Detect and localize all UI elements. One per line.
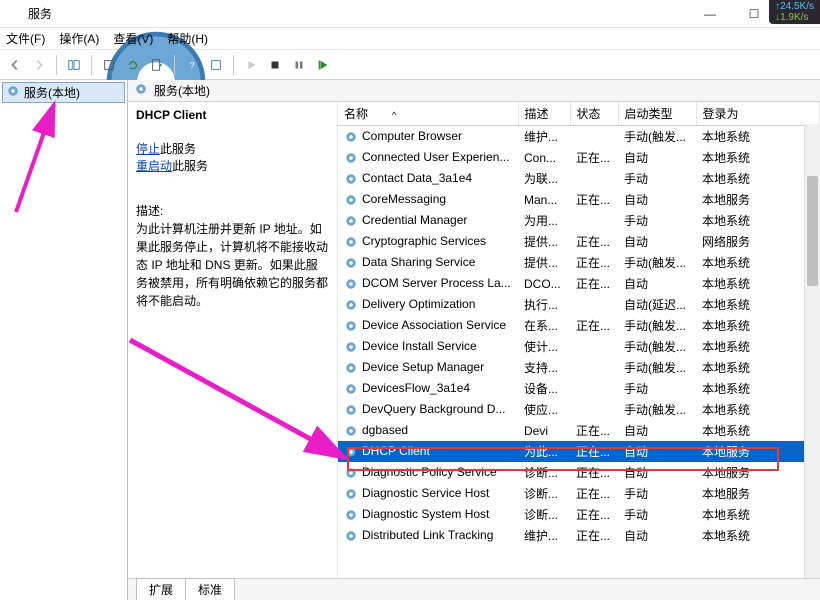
service-row[interactable]: DCOM Server Process La...DCO...正在...自动本地…	[338, 273, 820, 294]
service-row[interactable]: Cryptographic Services提供...正在...自动网络服务	[338, 231, 820, 252]
menu-view[interactable]: 查看(V)	[113, 30, 153, 47]
pane-header: 服务(本地)	[128, 80, 820, 102]
stop-link[interactable]: 停止	[136, 140, 160, 157]
gear-icon	[344, 445, 358, 459]
gear-icon	[344, 466, 358, 480]
tree-node-label: 服务(本地)	[24, 84, 80, 101]
gear-icon	[344, 529, 358, 543]
tree-node-services-local[interactable]: 服务(本地)	[2, 82, 125, 103]
gear-icon	[6, 84, 20, 101]
service-row[interactable]: Connected User Experien...Con...正在...自动本…	[338, 147, 820, 168]
pause-service-button[interactable]	[288, 54, 310, 76]
service-row[interactable]: CoreMessagingMan...正在...自动本地服务	[338, 189, 820, 210]
service-row[interactable]: Diagnostic Policy Service诊断...正在...自动本地服…	[338, 462, 820, 483]
gear-icon	[344, 508, 358, 522]
service-row[interactable]: DevicesFlow_3a1e4设备...手动本地系统	[338, 378, 820, 399]
gear-icon	[344, 172, 358, 186]
description-text: 为此计算机注册并更新 IP 地址。如果此服务停止，计算机将不能接收动态 IP 地…	[136, 220, 329, 310]
service-row[interactable]: DevQuery Background D...使应...手动(触发...本地系…	[338, 399, 820, 420]
gear-icon	[344, 151, 358, 165]
service-row[interactable]: Device Association Service在系...正在...手动(触…	[338, 315, 820, 336]
restart-service-button[interactable]	[312, 54, 334, 76]
service-row[interactable]: Credential Manager为用...手动本地系统	[338, 210, 820, 231]
refresh-button[interactable]	[122, 54, 144, 76]
network-speed-overlay: ↑24.5K/s ↓1.9K/s	[769, 0, 820, 24]
selected-service-name: DHCP Client	[136, 108, 329, 122]
minimize-button[interactable]: —	[688, 0, 732, 28]
service-row[interactable]: Computer Browser维护...手动(触发...本地系统	[338, 126, 820, 148]
vertical-scrollbar[interactable]	[804, 124, 820, 578]
gear-icon	[344, 193, 358, 207]
gear-icon	[344, 361, 358, 375]
svg-text:?: ?	[190, 60, 195, 70]
service-row[interactable]: DHCP Client为此...正在...自动本地服务	[338, 441, 820, 462]
export-button[interactable]	[146, 54, 168, 76]
service-row[interactable]: Diagnostic Service Host诊断...正在...手动本地服务	[338, 483, 820, 504]
col-desc[interactable]: 描述	[518, 102, 570, 126]
gear-icon	[344, 319, 358, 333]
tab-extended[interactable]: 扩展	[136, 578, 186, 600]
gear-icon	[344, 130, 358, 144]
col-logon[interactable]: 登录为	[696, 102, 820, 126]
tab-standard[interactable]: 标准	[185, 578, 235, 600]
properties-button[interactable]	[98, 54, 120, 76]
gear-icon	[344, 487, 358, 501]
gear-icon	[344, 403, 358, 417]
window-title: 服务	[28, 5, 688, 22]
gear-icon	[344, 235, 358, 249]
service-row[interactable]: Device Install Service使计...手动(触发...本地系统	[338, 336, 820, 357]
gear-icon	[344, 382, 358, 396]
menu-bar: 文件(F) 操作(A) 查看(V) 帮助(H)	[0, 28, 820, 50]
service-row[interactable]: Distributed Link Tracking维护...正在...自动本地系…	[338, 525, 820, 546]
restart-link[interactable]: 重启动	[136, 157, 172, 174]
menu-action[interactable]: 操作(A)	[59, 30, 99, 47]
col-name[interactable]: 名称^	[338, 102, 518, 126]
service-row[interactable]: Contact Data_3a1e4为联...手动本地系统	[338, 168, 820, 189]
service-row[interactable]: dgbasedDevi正在...自动本地系统	[338, 420, 820, 441]
service-row[interactable]: Delivery Optimization执行...自动(延迟...本地系统	[338, 294, 820, 315]
gear-icon	[344, 277, 358, 291]
back-button[interactable]	[4, 54, 26, 76]
forward-button[interactable]	[28, 54, 50, 76]
extra-button[interactable]	[205, 54, 227, 76]
gear-icon	[344, 298, 358, 312]
service-row[interactable]: Diagnostic System Host诊断...正在...手动本地系统	[338, 504, 820, 525]
show-hide-tree-button[interactable]	[63, 54, 85, 76]
service-row[interactable]: Data Sharing Service提供...正在...手动(触发...本地…	[338, 252, 820, 273]
menu-file[interactable]: 文件(F)	[6, 30, 45, 47]
description-label: 描述:	[136, 202, 329, 220]
gear-icon	[344, 424, 358, 438]
col-status[interactable]: 状态	[570, 102, 618, 126]
start-service-button[interactable]	[240, 54, 262, 76]
app-icon	[6, 6, 22, 22]
menu-help[interactable]: 帮助(H)	[167, 30, 208, 47]
help-button[interactable]: ?	[181, 54, 203, 76]
gear-icon	[344, 256, 358, 270]
gear-icon	[134, 82, 148, 99]
service-row[interactable]: Device Setup Manager支持...手动(触发...本地系统	[338, 357, 820, 378]
gear-icon	[344, 340, 358, 354]
col-start[interactable]: 启动类型	[618, 102, 696, 126]
stop-service-button[interactable]	[264, 54, 286, 76]
gear-icon	[344, 214, 358, 228]
